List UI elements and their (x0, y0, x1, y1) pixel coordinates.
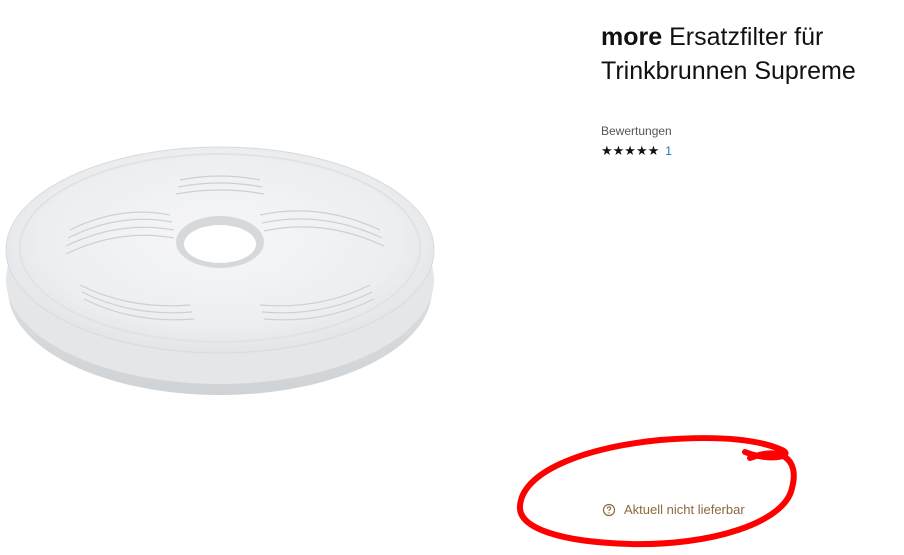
red-annotation-circle (517, 435, 797, 548)
availability-text: Aktuell nicht lieferbar (624, 502, 745, 517)
star-rating: ★★★★★ (601, 143, 660, 158)
ratings-row[interactable]: ★★★★★ 1 (601, 143, 672, 159)
rating-count-link[interactable]: 1 (665, 144, 672, 158)
availability-status: Aktuell nicht lieferbar (602, 502, 745, 517)
product-brand: more (601, 23, 663, 51)
product-filter-image (5, 146, 435, 395)
ratings-label: Bewertungen (601, 124, 672, 138)
product-title: more Ersatzfilter für Trinkbrunnen Supre… (601, 20, 901, 88)
question-circle-icon (602, 503, 616, 516)
